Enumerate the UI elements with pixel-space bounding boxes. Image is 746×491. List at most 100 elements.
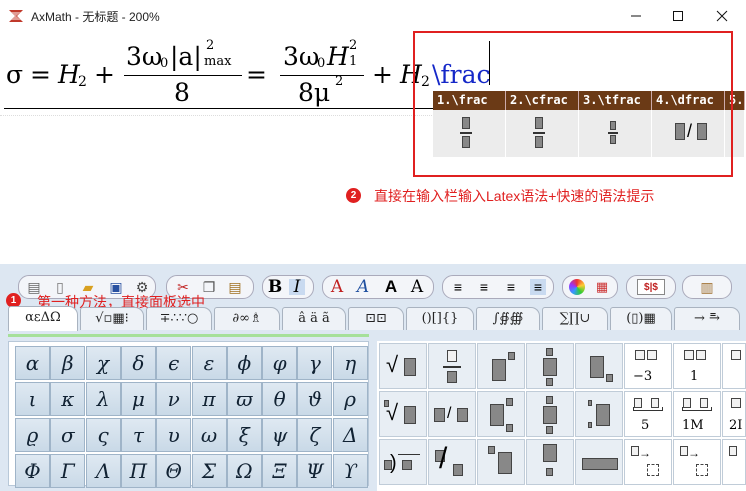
greek-symbol-button[interactable]: ε [191,346,227,380]
greek-symbol-button[interactable]: θ [262,382,298,416]
greek-symbol-button[interactable]: Ω [226,454,262,488]
tab-boxes[interactable]: ⊡⊡ [348,307,404,330]
color-palette-icon[interactable]: ▦ [594,279,610,295]
template-index-1[interactable]: 1 [673,343,721,389]
greek-symbol-button[interactable]: Δ [332,418,368,452]
greek-symbol-button[interactable]: δ [120,346,156,380]
greek-symbol-button[interactable]: χ [85,346,121,380]
template-stack[interactable] [526,391,574,437]
greek-symbol-button[interactable]: ι [15,382,50,416]
font-bold-a-button[interactable]: A [383,278,399,295]
italic-button[interactable]: I [289,279,305,296]
greek-symbol-button[interactable]: α [15,346,50,380]
tab-greek[interactable]: αεΔΩ [8,306,78,331]
greek-symbol-button[interactable]: ν [156,382,192,416]
greek-symbol-button[interactable]: ζ [297,418,333,452]
greek-symbol-button[interactable]: ψ [262,418,298,452]
template-brace-5[interactable]: 5 [624,391,672,437]
tab-brackets[interactable]: ()[]{} [406,307,474,330]
align-center-icon[interactable]: ≡ [476,279,492,295]
template-fraction[interactable] [428,343,476,389]
template-underbar[interactable] [575,439,623,485]
template-nth-root[interactable]: √ [379,391,427,437]
tab-accents[interactable]: â ä ã [282,307,346,330]
abar-max: max [204,54,232,69]
template-sub-sup[interactable] [477,391,525,437]
font-italic-a-button[interactable]: A [355,279,371,296]
template-pre-super[interactable] [477,439,525,485]
tab-integrals[interactable]: ∫∯∰ [476,307,540,330]
template-subscript[interactable] [575,343,623,389]
template-below[interactable] [526,439,574,485]
greek-symbol-button[interactable]: ξ [226,418,262,452]
abar: |a| [170,42,202,71]
greek-symbol-button[interactable]: Π [120,454,156,488]
money-button[interactable]: $|$ [637,279,665,295]
color-wheel-icon[interactable] [569,279,585,295]
align-justify-icon[interactable]: ≡ [530,279,546,295]
greek-symbol-button[interactable]: γ [297,346,333,380]
template-arrow-box[interactable]: → [624,439,672,485]
tab-operators[interactable]: ∓∴∵○ [146,307,212,330]
greek-symbol-button[interactable]: ϵ [156,346,192,380]
num2-sub: 0 [317,56,326,71]
greek-symbol-button[interactable]: ϑ [297,382,333,416]
tab-misc-symbols[interactable]: ∂∞♗ [214,307,280,330]
greek-symbol-button[interactable]: κ [50,382,86,416]
template-sqrt[interactable]: √ [379,343,427,389]
greek-symbol-button[interactable]: φ [262,346,298,380]
font-color-button[interactable]: A [329,279,345,296]
template-index-neg3[interactable]: −3 [624,343,672,389]
maximize-button[interactable] [656,0,700,31]
formula-underline [4,108,436,109]
align-right-icon[interactable]: ≡ [503,279,519,295]
template-slash-fraction[interactable]: / [428,391,476,437]
template-superscript[interactable] [477,343,525,389]
template-arrow-box-2[interactable]: → [673,439,721,485]
library-icon[interactable]: ▥ [699,279,715,295]
template-more-3[interactable] [722,439,746,485]
template-pre-sub-sup[interactable] [575,391,623,437]
greek-symbol-button[interactable]: τ [120,418,156,452]
bold-button[interactable]: B [267,279,283,296]
greek-symbol-button[interactable]: Ξ [262,454,298,488]
greek-symbol-button[interactable]: Λ [85,454,121,488]
greek-symbol-button[interactable]: ϒ [332,454,368,488]
greek-symbol-button[interactable]: η [332,346,368,380]
greek-symbol-button[interactable]: Φ [15,454,50,488]
tab-arrows[interactable]: → ⥱ [674,307,740,330]
greek-symbol-button[interactable]: ϕ [226,346,262,380]
greek-symbol-button[interactable]: β [50,346,86,380]
greek-symbol-button[interactable]: Θ [156,454,192,488]
greek-symbol-button[interactable]: υ [156,418,192,452]
greek-symbol-button[interactable]: Γ [50,454,86,488]
tab-radicals[interactable]: √▫▦⁝ [80,307,144,330]
close-button[interactable] [700,0,744,31]
greek-symbol-button[interactable]: μ [120,382,156,416]
paste-icon[interactable]: ▤ [227,279,243,295]
greek-symbol-button[interactable]: π [191,382,227,416]
template-brace-1m[interactable]: 1M [673,391,721,437]
greek-symbol-button[interactable]: ϱ [15,418,50,452]
greek-symbol-button[interactable]: ϖ [226,382,262,416]
greek-symbol-button[interactable]: ς [85,418,121,452]
template-long-division[interactable]: ) [379,439,427,485]
plus-2: + [372,60,393,89]
tab-sums[interactable]: ∑∏∪ [542,307,608,330]
tab-matrices[interactable]: (▯)▦ [610,307,672,330]
greek-symbol-button[interactable]: σ [50,418,86,452]
greek-symbol-button[interactable]: ω [191,418,227,452]
greek-symbol-button[interactable]: Ψ [297,454,333,488]
greek-symbol-button[interactable]: ρ [332,382,368,416]
greek-symbol-button[interactable]: Σ [191,454,227,488]
align-left-icon[interactable]: ≡ [450,279,466,295]
minimize-button[interactable] [614,0,658,31]
template-bevelled-fraction[interactable]: / [428,439,476,485]
template-more-1[interactable] [722,343,746,389]
template-over-under[interactable] [526,343,574,389]
axmath-window: AxMath - 无标题 - 200% σ = H 2 + 3ω 0 |a| 2… [0,0,746,491]
template-label-2: 1 [690,369,699,384]
template-more-2[interactable]: 2I [722,391,746,437]
font-serif-a-button[interactable]: A [409,279,425,296]
greek-symbol-button[interactable]: λ [85,382,121,416]
